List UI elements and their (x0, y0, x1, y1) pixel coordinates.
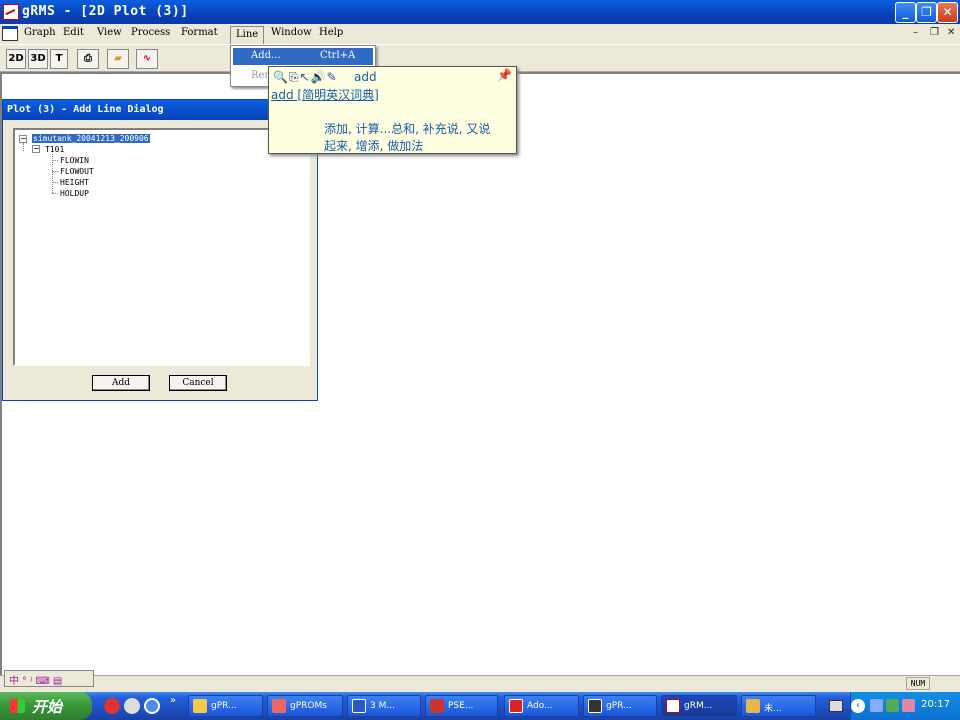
tree-collapse-icon[interactable]: − (32, 145, 40, 153)
quicklaunch-browser-icon[interactable] (144, 698, 160, 714)
start-button[interactable]: 开始 (0, 692, 92, 720)
app-icon (666, 699, 680, 713)
add-button[interactable]: Add (92, 375, 150, 391)
print-icon[interactable]: ⎙ (77, 49, 99, 69)
task-label: PSE... (448, 701, 474, 711)
maximize-button[interactable]: ❐ (916, 2, 937, 23)
acrobat-icon (509, 699, 523, 713)
ime-toolbar[interactable]: 中°⁾⌨▤ (4, 670, 94, 687)
tree-item-root[interactable]: simutank_20041213_200906 (32, 134, 150, 143)
quicklaunch-more-icon[interactable]: » (170, 695, 176, 706)
menu-item-add-shortcut: Ctrl+A (320, 50, 356, 61)
app-icon (588, 699, 602, 713)
cancel-button[interactable]: Cancel (169, 375, 227, 391)
menu-view[interactable]: View (97, 27, 122, 38)
mdi-minimize-button[interactable]: – (913, 27, 918, 38)
task-label: Ado... (527, 701, 553, 711)
word-icon (352, 699, 366, 713)
tree-connector (52, 193, 58, 194)
task-button[interactable]: 未... (741, 695, 816, 717)
open-folder-icon[interactable]: ▰ (107, 49, 129, 69)
quicklaunch-app-icon[interactable] (104, 698, 120, 714)
menu-graph[interactable]: Graph (24, 27, 56, 38)
tree-item-variable[interactable]: HEIGHT (60, 178, 89, 187)
paint-icon (746, 699, 760, 713)
menu-window[interactable]: Window (271, 27, 312, 38)
tree-item-variable[interactable]: FLOWOUT (60, 167, 94, 176)
menu-line[interactable]: Line (230, 26, 265, 44)
menu-item-add[interactable]: Add... Ctrl+A (233, 48, 373, 65)
document-icon[interactable] (2, 26, 18, 41)
task-label: gPR... (211, 701, 237, 711)
taskbar: 开始 » gPR... gPROMs 3 M... PSE... Ado... … (0, 692, 960, 720)
task-label: 3 M... (370, 701, 395, 711)
app-icon (272, 699, 286, 713)
task-button[interactable]: PSE... (425, 695, 498, 717)
tree-item-variable[interactable]: FLOWIN (60, 156, 89, 165)
system-tray: ‹ 20:17 (850, 692, 960, 720)
network-icon[interactable] (870, 699, 883, 712)
windows-flag-icon (10, 699, 25, 713)
minimize-button[interactable]: _ (895, 2, 916, 23)
tree-item-variable[interactable]: HOLDUP (60, 189, 89, 198)
mdi-close-button[interactable]: ✕ (947, 27, 955, 38)
task-button[interactable]: gPR... (583, 695, 657, 717)
user-icon[interactable] (886, 699, 899, 712)
quicklaunch-media-icon[interactable] (124, 698, 140, 714)
plot-2d-button[interactable]: 2D (6, 49, 26, 69)
tray-expand-icon[interactable]: ‹ (851, 699, 865, 713)
clock[interactable]: 20:17 (921, 699, 950, 710)
keyboard-icon[interactable] (829, 700, 843, 712)
mdi-restore-button[interactable]: ❐ (930, 27, 939, 38)
tree-connector (52, 171, 58, 172)
line-curve-icon[interactable]: ∿ (136, 49, 158, 69)
menu-edit[interactable]: Edit (63, 27, 84, 38)
task-button[interactable]: gPROMs (267, 695, 343, 717)
task-label: gPROMs (290, 701, 327, 711)
dictionary-definition-1: 添加, 计算...总和, 补充说, 又说 (324, 122, 491, 136)
task-button[interactable]: 3 M... (347, 695, 421, 717)
dictionary-popup: 🔍⎘↖🔊✎ add 📌 add [简明英汉词典] 添加, 计算...总和, 补充… (268, 66, 517, 154)
task-button[interactable]: Ado... (504, 695, 579, 717)
volume-icon[interactable] (902, 699, 915, 712)
folder-icon (193, 699, 207, 713)
menu-help[interactable]: Help (319, 27, 343, 38)
dictionary-toolbar-icons[interactable]: 🔍⎘↖🔊✎ (273, 70, 338, 85)
menu-process[interactable]: Process (131, 27, 170, 38)
dictionary-source[interactable]: add [简明英汉词典] (271, 86, 379, 103)
task-button-active[interactable]: gRM... (661, 695, 737, 717)
tree-item-unit[interactable]: T101 (45, 145, 64, 154)
app-icon (430, 699, 444, 713)
app-icon[interactable] (3, 4, 19, 20)
task-label: 未... (764, 704, 782, 714)
tree-collapse-icon[interactable]: − (19, 135, 27, 143)
pin-icon[interactable]: 📌 (497, 68, 512, 82)
menu-format[interactable]: Format (181, 27, 218, 38)
task-label: gPR... (606, 701, 632, 711)
menu-bar: Graph Edit View Process Format Line Wind… (0, 24, 960, 44)
start-label: 开始 (32, 698, 63, 716)
task-button[interactable]: gPR... (188, 695, 263, 717)
text-button[interactable]: T (50, 49, 68, 69)
dictionary-definition-2: 起来, 增添, 做加法 (324, 139, 424, 153)
plot-3d-button[interactable]: 3D (28, 49, 48, 69)
dictionary-word: add (354, 70, 377, 84)
window-title: gRMS - [2D Plot (3)] (22, 4, 189, 19)
tree-connector (52, 160, 58, 161)
status-bar (0, 675, 960, 692)
tree-connector (23, 143, 24, 151)
tree-connector (52, 182, 58, 183)
task-label: gRM... (684, 701, 713, 711)
menu-item-add-label: Add... (251, 50, 281, 61)
close-button[interactable]: ✕ (937, 2, 958, 23)
variable-tree[interactable]: − simutank_20041213_200906 − T101 FLOWIN… (13, 128, 310, 366)
num-lock-indicator: NUM (906, 677, 930, 690)
title-bar[interactable]: gRMS - [2D Plot (3)] _ ❐ ✕ (0, 0, 960, 24)
